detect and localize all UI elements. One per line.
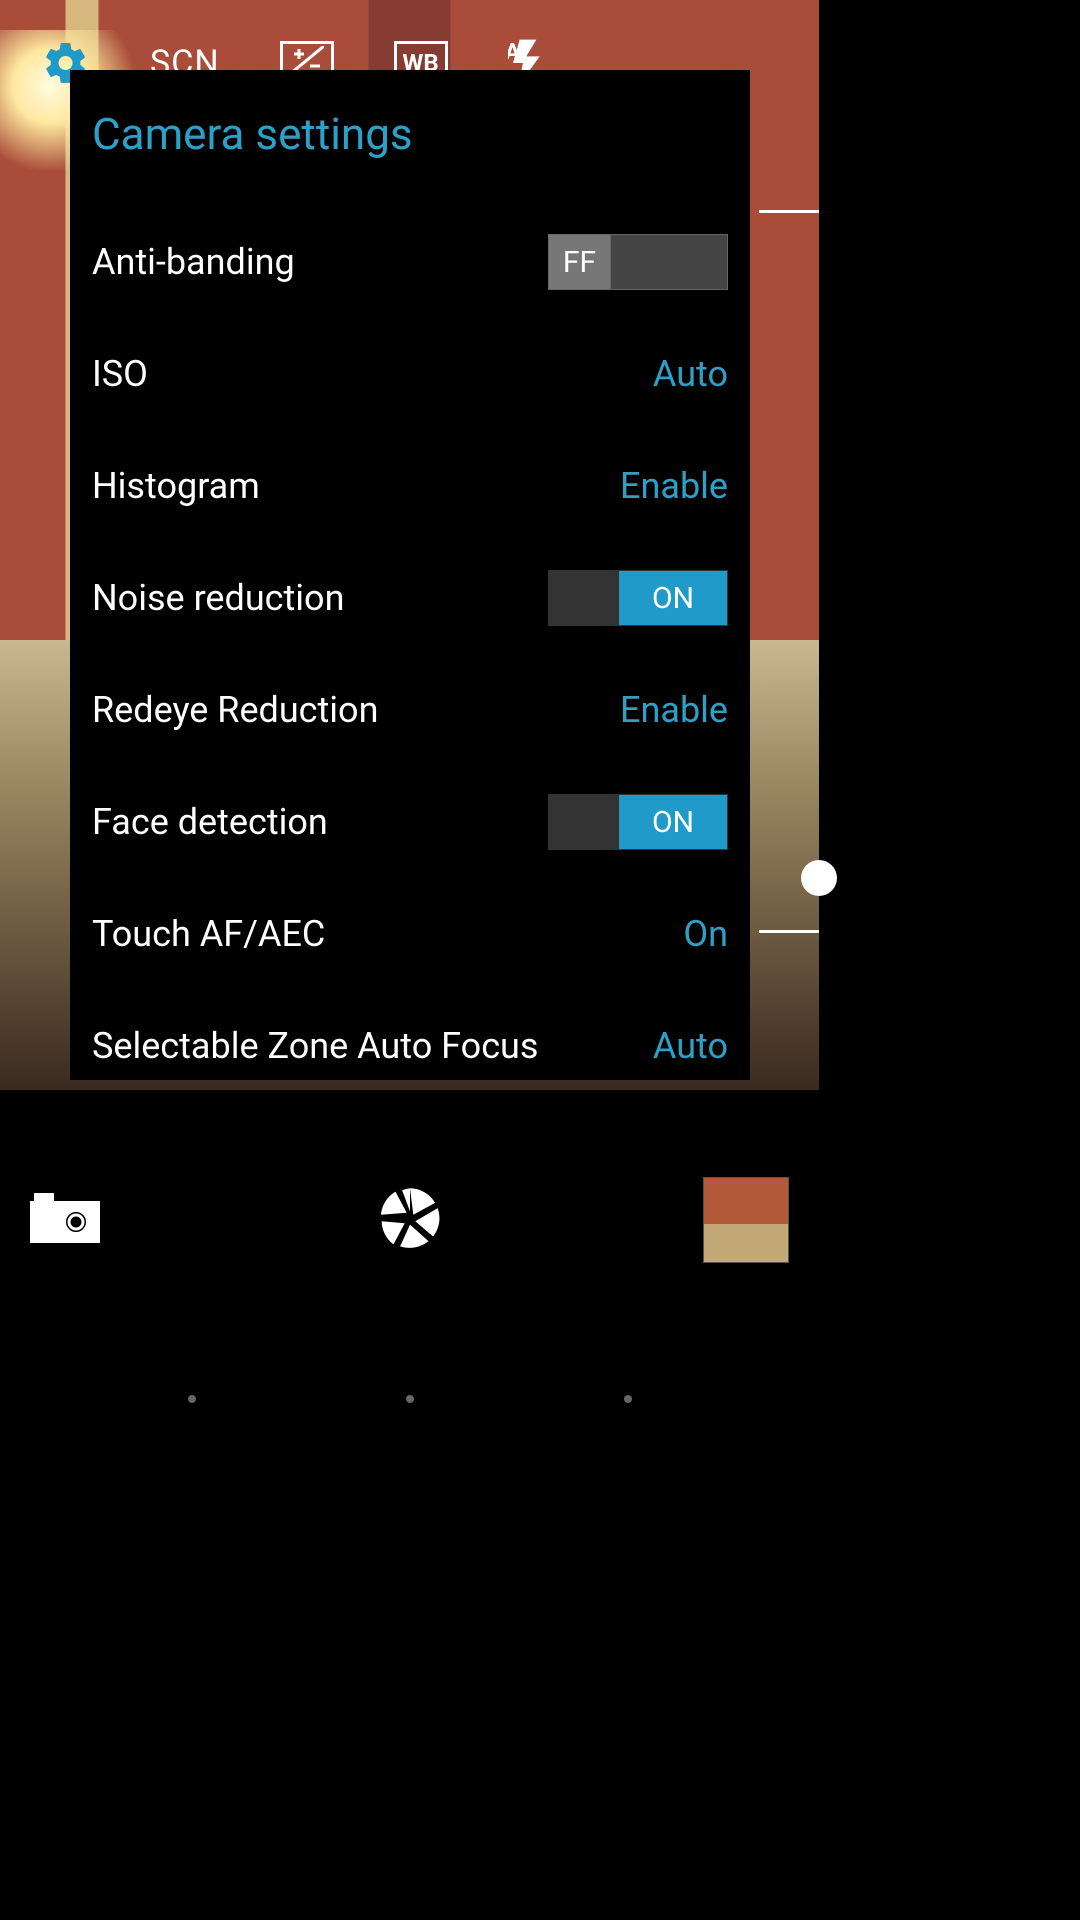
nav-dot [624,1395,632,1403]
toggle-on-label: ON [619,571,727,625]
page-indicator [0,1395,819,1403]
anti-banding-label: Anti-banding [92,241,295,283]
touch-af-aec-label: Touch AF/AEC [92,913,325,955]
iso-value[interactable]: Auto [653,353,728,395]
redeye-label: Redeye Reduction [92,689,378,731]
zone-af-row[interactable]: Selectable Zone Auto Focus Auto [92,990,728,1102]
noise-reduction-toggle[interactable]: ON [548,570,728,626]
face-detection-row[interactable]: Face detection ON [92,766,728,878]
bottom-controls [0,1090,819,1350]
touch-af-aec-value[interactable]: On [683,913,728,955]
redeye-value[interactable]: Enable [620,689,728,731]
circle-handle[interactable] [801,860,837,896]
zone-af-value[interactable]: Auto [653,1025,728,1067]
touch-af-aec-row[interactable]: Touch AF/AEC On [92,878,728,990]
toggle-on-label: ON [619,795,727,849]
face-detection-label: Face detection [92,801,328,843]
histogram-value[interactable]: Enable [620,465,728,507]
nav-dot [406,1395,414,1403]
redeye-row[interactable]: Redeye Reduction Enable [92,654,728,766]
anti-banding-selector[interactable]: FF [548,234,728,290]
iso-row[interactable]: ISO Auto [92,318,728,430]
noise-reduction-label: Noise reduction [92,577,344,619]
histogram-row[interactable]: Histogram Enable [92,430,728,542]
face-detection-toggle[interactable]: ON [548,794,728,850]
shutter-button[interactable] [377,1236,443,1255]
histogram-label: Histogram [92,465,260,507]
svg-text:A: A [508,39,521,66]
zone-af-label: Selectable Zone Auto Focus [92,1025,538,1067]
anti-banding-row[interactable]: Anti-banding FF [92,206,728,318]
settings-title: Camera settings [92,108,728,160]
anti-banding-value[interactable]: FF [549,235,611,289]
camera-mode-icon[interactable] [30,1193,100,1247]
focus-bracket [759,930,819,933]
noise-reduction-row[interactable]: Noise reduction ON [92,542,728,654]
anti-banding-empty[interactable] [611,235,727,289]
gallery-thumbnail[interactable] [703,1177,789,1263]
focus-bracket [759,210,819,213]
nav-dot [188,1395,196,1403]
iso-label: ISO [92,353,148,395]
camera-settings-panel: Camera settings Anti-banding FF ISO Auto… [70,70,750,1080]
